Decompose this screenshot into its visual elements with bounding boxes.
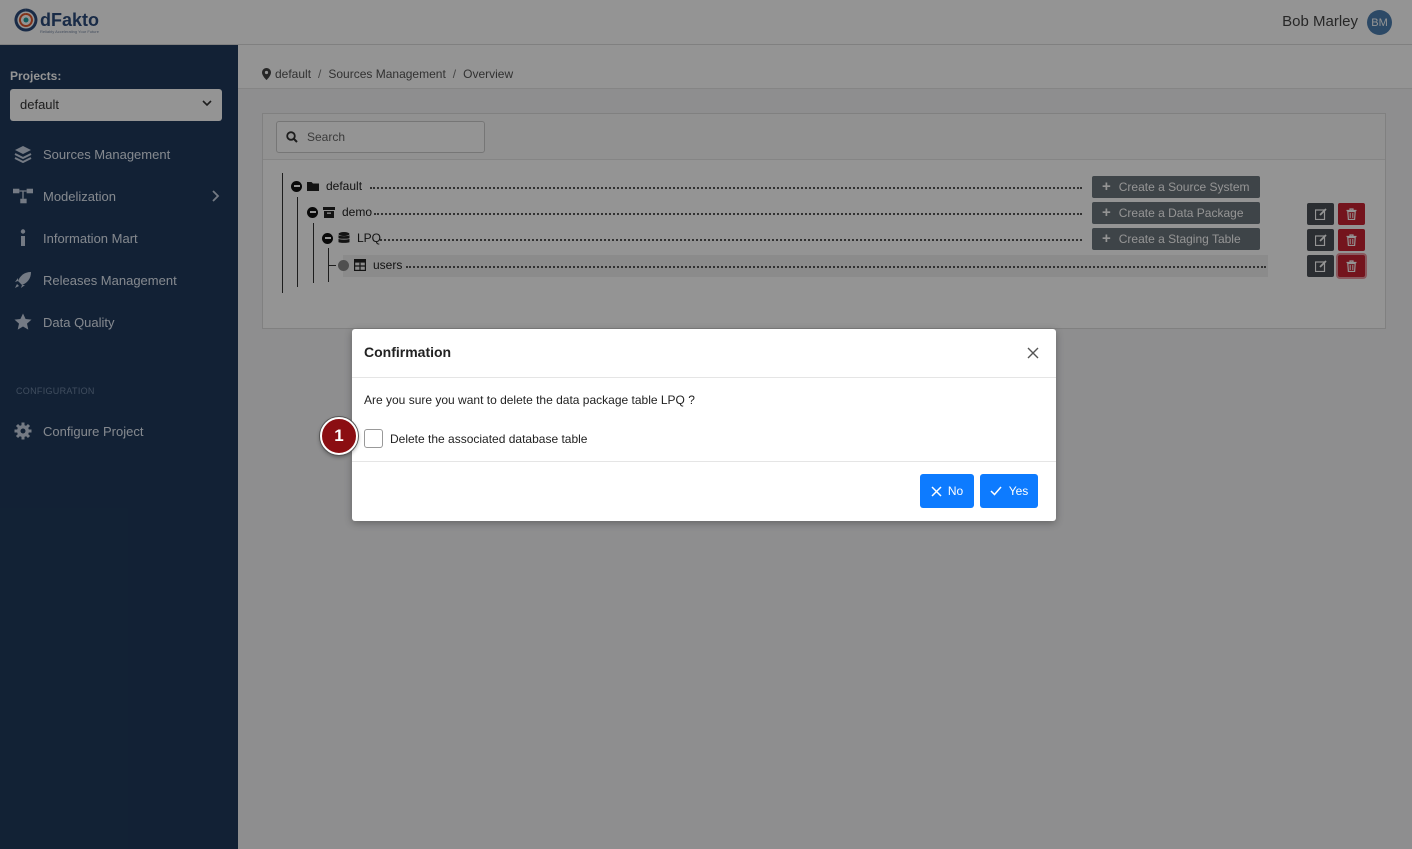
delete-table-checkbox[interactable] (364, 429, 383, 448)
confirmation-dialog: Confirmation Are you sure you want to de… (352, 329, 1056, 521)
button-label: No (947, 484, 964, 498)
dialog-title: Confirmation (364, 344, 452, 360)
step-number-badge: 1 (320, 417, 358, 455)
no-button[interactable]: No (920, 474, 974, 508)
close-icon (931, 485, 942, 497)
checkbox-label: Delete the associated database table (390, 431, 588, 446)
dialog-body: Are you sure you want to delete the data… (352, 378, 1056, 462)
yes-button[interactable]: Yes (980, 474, 1038, 508)
delete-table-option[interactable]: Delete the associated database table (364, 429, 587, 448)
check-icon (990, 486, 1002, 496)
dialog-message: Are you sure you want to delete the data… (364, 393, 695, 407)
button-label: Yes (1008, 484, 1029, 498)
dialog-header: Confirmation (352, 329, 1056, 378)
dialog-footer: No Yes (352, 462, 1056, 520)
close-icon[interactable] (1026, 346, 1040, 360)
